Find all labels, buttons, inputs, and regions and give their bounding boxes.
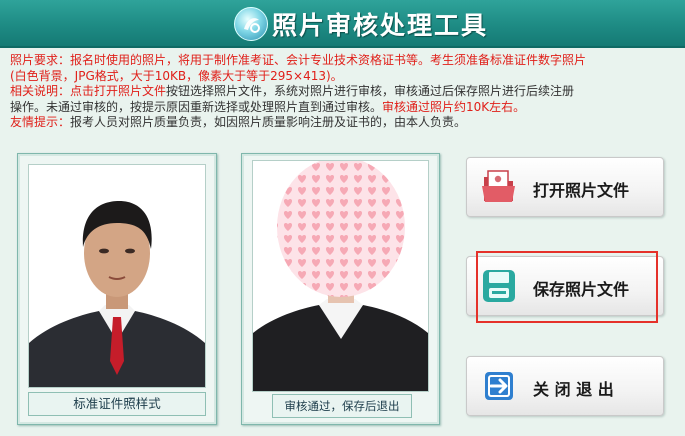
close-exit-button[interactable]: 关 闭 退 出	[466, 356, 664, 416]
save-button-highlight	[476, 251, 658, 323]
note-tip-text: 报考人员对照片质量负责，如因照片质量影响注册及证书的，由本人负责。	[70, 115, 467, 129]
note-line-4: 操作。未通过审核的，按提示原因重新选择或处理照片直到通过审核。审核通过照片约10…	[10, 100, 680, 116]
note-line-5: 友情提示：报考人员对照片质量负责，如因照片质量影响注册及证书的，由本人负责。	[10, 115, 680, 131]
photo-format-text: (白色背景，JPG格式，大于10KB，像素大于等于295×413)。	[10, 68, 343, 83]
requirements-notes: 照片要求：报名时使用的照片，将用于制作准考证、会计专业技术资格证书等。考生须准备…	[10, 53, 680, 131]
preview-photo-panel: 审核通过，保存后退出	[241, 153, 440, 425]
note-line-2: (白色背景，JPG格式，大于10KB，像素大于等于295×413)。	[10, 69, 680, 85]
open-photo-button[interactable]: 打开照片文件	[466, 157, 664, 217]
exit-icon	[479, 366, 519, 406]
app-logo-icon	[234, 7, 268, 41]
preview-photo	[252, 160, 429, 392]
note-line-1: 照片要求：报名时使用的照片，将用于制作准考证、会计专业技术资格证书等。考生须准备…	[10, 53, 680, 69]
note-retry-text: 操作。未通过审核的，按提示原因重新选择或处理照片直到通过审核。	[10, 99, 383, 114]
sample-person-image	[29, 165, 205, 387]
note-line-3: 相关说明：点击打开照片文件按钮选择照片文件，系统对照片进行审核，审核通过后保存照…	[10, 84, 680, 100]
sample-caption: 标准证件照样式	[28, 392, 206, 416]
sample-photo	[28, 164, 206, 388]
preview-caption: 审核通过，保存后退出	[272, 394, 412, 418]
note-size-text: 审核通过照片约10K左右。	[382, 99, 526, 114]
preview-person-image	[253, 161, 428, 391]
note-label-tip: 友情提示：	[10, 115, 71, 129]
note-label-instructions: 相关说明：点击	[10, 84, 95, 98]
sample-photo-panel: 标准证件照样式	[17, 153, 217, 425]
photo-requirement-text: 照片要求：报名时使用的照片，将用于制作准考证、会计专业技术资格证书等。考生须准备…	[10, 53, 587, 67]
open-photo-icon	[479, 167, 519, 207]
open-photo-label: 打开照片文件	[533, 181, 630, 200]
close-exit-label: 关 闭 退 出	[533, 380, 614, 399]
title-bar: 照片审核处理工具	[0, 0, 685, 48]
note-instructions-text: 按钮选择照片文件，系统对照片进行审核，审核通过后保存照片进行后续注册	[166, 84, 575, 98]
note-open-file-link: 打开照片文件	[94, 84, 167, 98]
app-title: 照片审核处理工具	[272, 11, 489, 40]
